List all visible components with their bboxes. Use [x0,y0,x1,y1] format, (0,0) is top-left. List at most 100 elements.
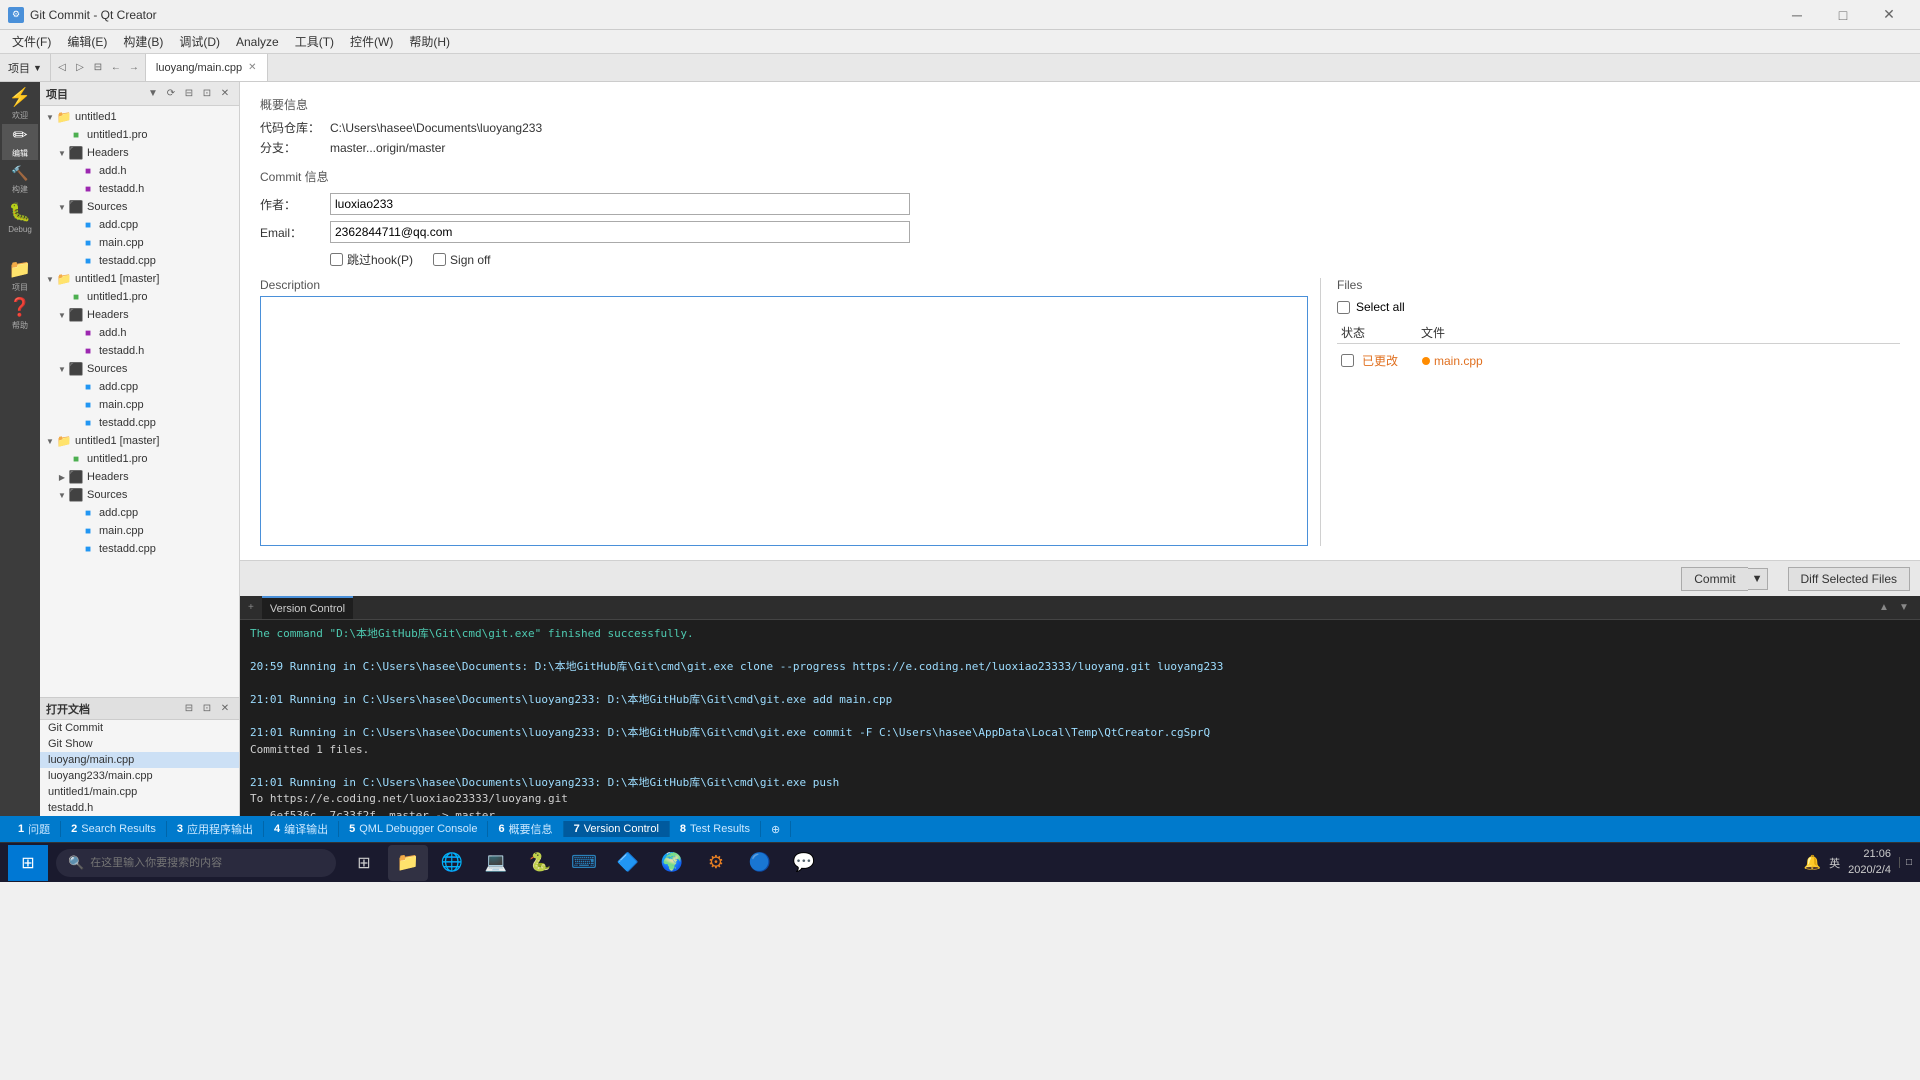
tree-headers[interactable]: ▼ ⬛ Headers [40,144,239,162]
taskbar-search-input[interactable] [90,857,290,869]
taskbar-app-chrome[interactable]: 🔵 [740,845,780,881]
open-file-untitled1-main[interactable]: untitled1/main.cpp [40,784,239,800]
tree-testadd-cpp-3[interactable]: ■ testadd.cpp [40,540,239,558]
open-file-git-commit[interactable]: Git Commit [40,720,239,736]
start-button[interactable]: ⊞ [8,845,48,881]
commit-button[interactable]: Commit [1681,567,1747,591]
taskbar-app-files[interactable]: 📁 [388,845,428,881]
panel-collapse-btn[interactable]: ⊟ [181,86,197,102]
tree-sources-2[interactable]: ▼ ⬛ Sources [40,360,239,378]
menu-help[interactable]: 帮助(H) [401,31,458,52]
menu-analyze[interactable]: Analyze [228,33,287,51]
output-scroll-up[interactable]: ▲ [1876,600,1892,616]
open-docs-ctrl2[interactable]: ⊡ [199,701,215,717]
tree-testadd-h-2[interactable]: ■ testadd.h [40,342,239,360]
panel-close-btn[interactable]: ✕ [217,86,233,102]
status-tab-version-control[interactable]: 7 Version Control [564,821,670,837]
output-scroll-down[interactable]: ▼ [1896,600,1912,616]
skip-hook-label[interactable]: 跳过hook(P) [330,251,413,268]
sidebar-edit[interactable]: ✏ 编辑 [2,124,38,160]
tree-add-cpp-3[interactable]: ■ add.cpp [40,504,239,522]
open-file-main-cpp[interactable]: luoyang/main.cpp [40,752,239,768]
skip-hook-checkbox[interactable] [330,253,343,266]
tree-sources-3[interactable]: ▼ ⬛ Sources [40,486,239,504]
tab-close-icon[interactable]: ✕ [248,62,256,73]
show-desktop-btn[interactable]: □ [1899,857,1912,868]
taskbar-app-teams[interactable]: 💬 [784,845,824,881]
open-docs-ctrl1[interactable]: ⊟ [181,701,197,717]
version-control-tab[interactable]: Version Control [262,596,353,619]
file-checkbox-main-cpp[interactable] [1341,354,1354,367]
tree-add-h[interactable]: ■ add.h [40,162,239,180]
panel-dock-btn[interactable]: ⊡ [199,86,215,102]
taskbar-app-vs[interactable]: 💻 [476,845,516,881]
status-tab-app-output[interactable]: 3 应用程序输出 [167,821,264,837]
tree-untitled1-master-2[interactable]: ▼ 📁 untitled1 [master] [40,432,239,450]
panel-filter-btn[interactable]: ▼ [145,86,161,102]
tab-nav-back[interactable]: ← [107,58,125,78]
open-docs-header[interactable]: 打开文档 ⊟ ⊡ ✕ [40,698,239,720]
tab-split[interactable]: ⊟ [89,58,107,78]
status-tab-qml[interactable]: 5 QML Debugger Console [339,821,488,837]
lang-indicator[interactable]: 英 [1829,855,1840,871]
author-input[interactable] [330,193,910,215]
tree-headers-2[interactable]: ▼ ⬛ Headers [40,306,239,324]
tree-testadd-cpp-1[interactable]: ■ testadd.cpp [40,252,239,270]
tab-main-cpp[interactable]: luoyang/main.cpp ✕ [146,54,268,81]
taskbar-app-vc[interactable]: 🔷 [608,845,648,881]
tree-sources-1[interactable]: ▼ ⬛ Sources [40,198,239,216]
tree-main-cpp-2[interactable]: ■ main.cpp [40,396,239,414]
commit-dropdown-btn[interactable]: ▼ [1748,568,1768,590]
tree-add-h-2[interactable]: ■ add.h [40,324,239,342]
sign-off-label[interactable]: Sign off [433,253,490,267]
tree-add-cpp-2[interactable]: ■ add.cpp [40,378,239,396]
add-tab-btn[interactable]: + [248,602,254,613]
sidebar-build[interactable]: 🔨 构建 [2,162,38,198]
status-tab-problems[interactable]: 1 问题 [8,821,61,837]
tree-untitled1-pro-3[interactable]: ■ untitled1.pro [40,450,239,468]
status-more-btn[interactable]: ⊕ [761,821,791,837]
menu-debug[interactable]: 调试(D) [171,31,228,52]
tree-add-cpp-1[interactable]: ■ add.cpp [40,216,239,234]
tree-untitled1[interactable]: ▼ 📁 untitled1 [40,108,239,126]
menu-control[interactable]: 控件(W) [342,31,401,52]
tab-nav-forward[interactable]: → [125,58,143,78]
taskview-button[interactable]: ⊞ [344,845,384,881]
open-file-luoyang233-main[interactable]: luoyang233/main.cpp [40,768,239,784]
sidebar-debug[interactable]: 🐛 Debug [2,200,38,236]
sidebar-help[interactable]: ❓ 帮助 [2,296,38,332]
sidebar-welcome[interactable]: ⚡ 欢迎 [2,86,38,122]
status-tab-search[interactable]: 2 Search Results [61,821,167,837]
tab-nav-right[interactable]: ▷ [71,58,89,78]
description-textarea[interactable] [260,296,1308,546]
status-tab-compile[interactable]: 4 编译输出 [264,821,339,837]
taskbar-app-edge[interactable]: 🌐 [432,845,472,881]
tree-untitled1-master-1[interactable]: ▼ 📁 untitled1 [master] [40,270,239,288]
email-input[interactable] [330,221,910,243]
taskbar-app-pycharm[interactable]: 🐍 [520,845,560,881]
tree-headers-collapsed[interactable]: ▶ ⬛ Headers [40,468,239,486]
tree-untitled1-pro[interactable]: ■ untitled1.pro [40,126,239,144]
select-all-checkbox[interactable] [1337,301,1350,314]
menu-tools[interactable]: 工具(T) [287,31,342,52]
tree-testadd-h[interactable]: ■ testadd.h [40,180,239,198]
taskbar-app-qc[interactable]: ⚙ [696,845,736,881]
tree-main-cpp-3[interactable]: ■ main.cpp [40,522,239,540]
status-tab-summary[interactable]: 6 概要信息 [488,821,563,837]
menu-file[interactable]: 文件(F) [4,31,59,52]
taskbar-search[interactable]: 🔍 [56,849,336,877]
close-button[interactable]: ✕ [1866,0,1912,30]
minimize-button[interactable]: ─ [1774,0,1820,30]
panel-sync-btn[interactable]: ⟳ [163,86,179,102]
taskbar-app-vscode[interactable]: ⌨ [564,845,604,881]
open-file-git-show[interactable]: Git Show [40,736,239,752]
taskbar-app-browser[interactable]: 🌍 [652,845,692,881]
tab-nav-left[interactable]: ◁ [53,58,71,78]
menu-edit[interactable]: 编辑(E) [59,31,115,52]
maximize-button[interactable]: □ [1820,0,1866,30]
open-file-testadd-h[interactable]: testadd.h [40,800,239,816]
tree-main-cpp-1[interactable]: ■ main.cpp [40,234,239,252]
sidebar-project[interactable]: 📁 项目 [2,258,38,294]
open-docs-ctrl3[interactable]: ✕ [217,701,233,717]
notification-icon[interactable]: 🔔 [1804,854,1821,871]
